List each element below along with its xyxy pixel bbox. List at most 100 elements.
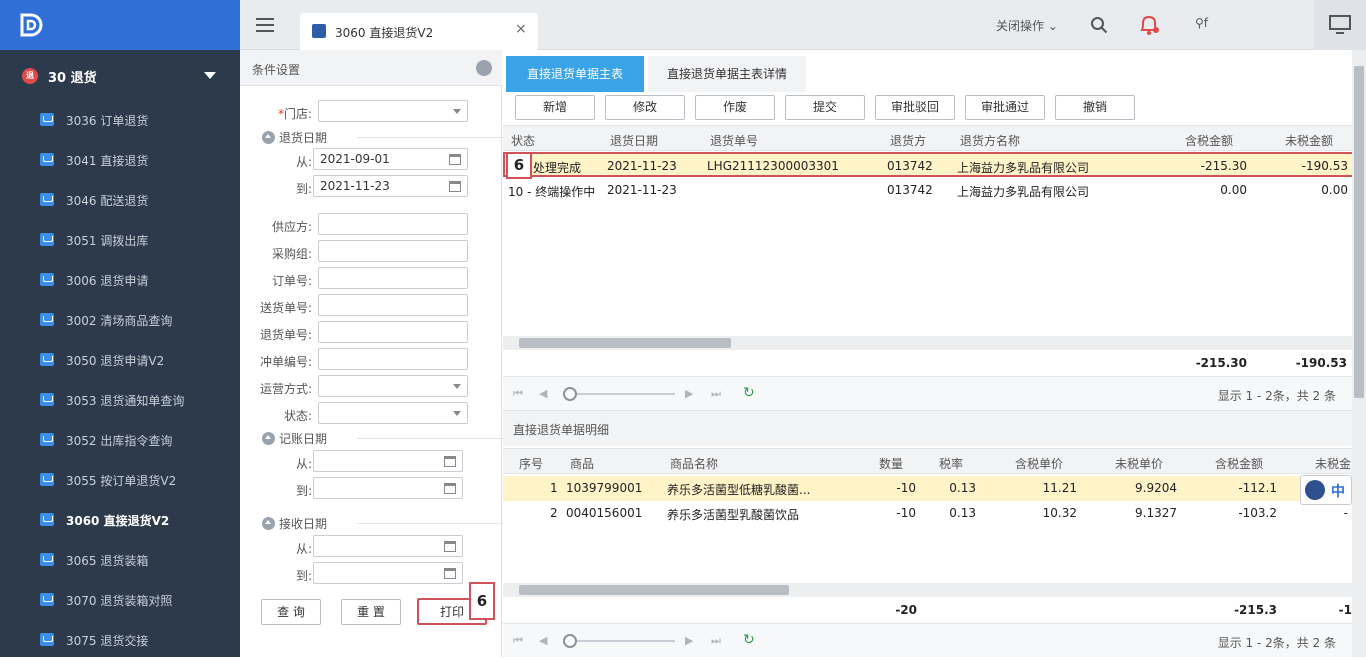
sidebar-item-label: 3036 订单退货 xyxy=(66,114,149,128)
col-seq[interactable]: 序号 xyxy=(519,455,543,472)
first-page-icon[interactable]: ⏮ xyxy=(513,634,525,647)
order-no-input[interactable] xyxy=(318,267,468,289)
receive-date-to[interactable] xyxy=(313,562,463,584)
col-party[interactable]: 退货方 xyxy=(890,132,926,149)
calendar-icon[interactable] xyxy=(444,568,456,579)
col-tax-amount[interactable]: 含税金额 xyxy=(1185,132,1233,149)
col-notax-amount[interactable]: 未税金额 xyxy=(1285,132,1333,149)
vertical-scrollbar[interactable] xyxy=(1352,50,1366,657)
sidebar-item[interactable]: 3070 退货装箱对照 xyxy=(0,580,240,620)
submit-button[interactable]: 提交 xyxy=(785,95,865,120)
tab-main-detail[interactable]: 直接退货单据主表详情 xyxy=(648,56,806,92)
sidebar-item[interactable]: 3075 退货交接 xyxy=(0,620,240,660)
return-date-from[interactable]: 2021-09-01 xyxy=(313,148,468,170)
table-row[interactable]: 2 0040156001 养乐多活菌型乳酸菌饮品 -10 0.13 10.32 … xyxy=(503,501,1352,526)
prev-page-icon[interactable]: ◀ xyxy=(539,387,551,400)
store-select[interactable] xyxy=(318,100,468,122)
calendar-icon[interactable] xyxy=(444,483,456,494)
ship-mode-select[interactable] xyxy=(318,375,468,397)
first-page-icon[interactable]: ⏮ xyxy=(513,387,525,400)
calendar-icon[interactable] xyxy=(444,456,456,467)
col-return-no[interactable]: 退货单号 xyxy=(710,132,758,149)
book-date-from[interactable] xyxy=(313,450,463,472)
app-logo[interactable] xyxy=(0,0,240,50)
col-amount[interactable]: 含税金额 xyxy=(1215,455,1263,472)
col-date[interactable]: 退货日期 xyxy=(610,132,658,149)
tab-main-list[interactable]: 直接退货单据主表 xyxy=(506,56,644,92)
detail-horizontal-scrollbar[interactable] xyxy=(503,583,1352,597)
page-slider[interactable] xyxy=(563,640,675,642)
col-party-name[interactable]: 退货方名称 xyxy=(960,132,1020,149)
next-page-icon[interactable]: ▶ xyxy=(685,387,697,400)
next-page-icon[interactable]: ▶ xyxy=(685,634,697,647)
bell-icon[interactable] xyxy=(1136,12,1162,38)
col-notax-price[interactable]: 未税单价 xyxy=(1115,455,1163,472)
book-date-to[interactable] xyxy=(313,477,463,499)
search-icon[interactable] xyxy=(1090,16,1108,34)
sidebar-item[interactable]: 3041 直接退货 xyxy=(0,140,240,180)
close-operations-dropdown[interactable]: 关闭操作 ⌄ xyxy=(996,17,1058,34)
page-slider[interactable] xyxy=(563,393,675,395)
reverse-no-input[interactable] xyxy=(318,348,468,370)
sidebar-item[interactable]: 3006 退货申请 xyxy=(0,260,240,300)
col-status[interactable]: 状态 xyxy=(511,132,535,149)
col-price[interactable]: 含税单价 xyxy=(1015,455,1063,472)
page-slider-knob[interactable] xyxy=(563,634,577,648)
page-slider-knob[interactable] xyxy=(563,387,577,401)
sidebar-item[interactable]: 3036 订单退货 xyxy=(0,100,240,140)
supplier-input[interactable] xyxy=(318,213,468,235)
delivery-no-input[interactable] xyxy=(318,294,468,316)
hamburger-icon[interactable] xyxy=(256,18,274,32)
monitor-icon[interactable] xyxy=(1314,0,1366,50)
prev-page-icon[interactable]: ◀ xyxy=(539,634,551,647)
sidebar-item[interactable]: 3050 退货申请V2 xyxy=(0,340,240,380)
calendar-icon[interactable] xyxy=(449,154,461,165)
return-date-to[interactable]: 2021-11-23 xyxy=(313,175,468,197)
add-button[interactable]: 新增 xyxy=(515,95,595,120)
revoke-button[interactable]: 撤销 xyxy=(1055,95,1135,120)
main-horizontal-scrollbar[interactable] xyxy=(503,336,1352,350)
sidebar-item-label: 3053 退货通知单查询 xyxy=(66,394,185,408)
tab-3060[interactable]: 3060 直接退货V2 × xyxy=(300,13,538,50)
last-page-icon[interactable]: ⏭ xyxy=(711,634,723,647)
sidebar-item[interactable]: 3055 按订单退货V2 xyxy=(0,460,240,500)
receive-date-from[interactable] xyxy=(313,535,463,557)
close-icon[interactable]: × xyxy=(515,21,527,37)
ime-indicator[interactable]: 中 xyxy=(1300,475,1352,505)
query-button[interactable]: 查 询 xyxy=(261,599,321,625)
sidebar-item[interactable]: 3046 配送退货 xyxy=(0,180,240,220)
sidebar-item[interactable]: 3051 调拨出库 xyxy=(0,220,240,260)
table-row[interactable]: 处理完成 2021-11-23 LHG21112300003301 013742… xyxy=(503,152,1354,177)
refresh-icon[interactable]: ↻ xyxy=(743,385,755,401)
sidebar-item[interactable]: 3052 出库指令查询 xyxy=(0,420,240,460)
col-rate[interactable]: 税率 xyxy=(939,455,963,472)
receive-date-section[interactable]: 接收日期 xyxy=(262,515,509,532)
table-row[interactable]: 1 1039799001 养乐多活菌型低糖乳酸菌... -10 0.13 11.… xyxy=(503,476,1352,501)
col-qty[interactable]: 数量 xyxy=(879,455,903,472)
return-date-section[interactable]: 退货日期 xyxy=(262,129,509,146)
user-icon[interactable]: ⚲f xyxy=(1195,16,1219,34)
calendar-icon[interactable] xyxy=(449,181,461,192)
col-notax-amount[interactable]: 未税金 xyxy=(1315,455,1351,472)
reject-button[interactable]: 审批驳回 xyxy=(875,95,955,120)
last-page-icon[interactable]: ⏭ xyxy=(711,387,723,400)
sidebar-item[interactable]: 3060 直接退货V2 xyxy=(0,500,240,540)
sidebar-item[interactable]: 3053 退货通知单查询 xyxy=(0,380,240,420)
calendar-icon[interactable] xyxy=(444,541,456,552)
purchase-group-input[interactable] xyxy=(318,240,468,262)
menu-group-returns[interactable]: 退 30 退货 xyxy=(0,58,240,94)
collapse-left-icon[interactable] xyxy=(476,60,492,76)
sidebar-item[interactable]: 3065 退货装箱 xyxy=(0,540,240,580)
edit-button[interactable]: 修改 xyxy=(605,95,685,120)
col-product[interactable]: 商品 xyxy=(570,455,594,472)
void-button[interactable]: 作废 xyxy=(695,95,775,120)
reset-button[interactable]: 重 置 xyxy=(341,599,401,625)
status-select[interactable] xyxy=(318,402,468,424)
book-date-section[interactable]: 记账日期 xyxy=(262,430,509,447)
refresh-icon[interactable]: ↻ xyxy=(743,632,755,648)
col-product-name[interactable]: 商品名称 xyxy=(670,455,718,472)
return-no-input[interactable] xyxy=(318,321,468,343)
table-row[interactable]: 10 - 终端操作中 2021-11-23 013742 上海益力多乳品有限公司… xyxy=(503,178,1352,203)
sidebar-item[interactable]: 3002 清场商品查询 xyxy=(0,300,240,340)
approve-button[interactable]: 审批通过 xyxy=(965,95,1045,120)
